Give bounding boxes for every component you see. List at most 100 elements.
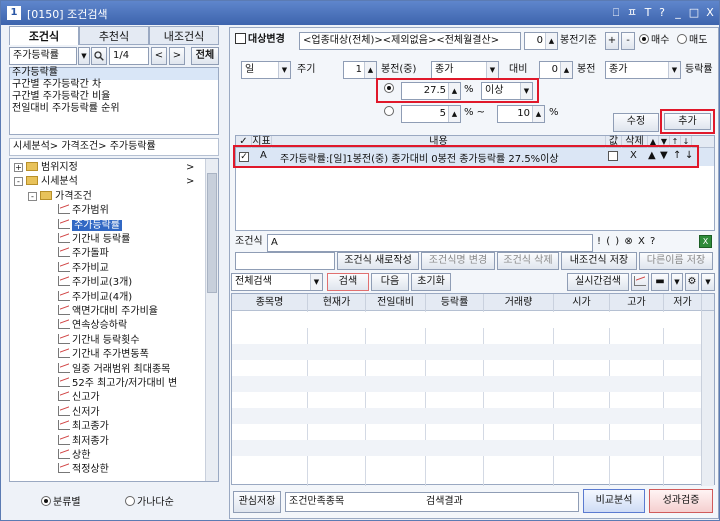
op-help[interactable]: ? [650,236,656,247]
tree-item[interactable]: 주가비교(4개) [58,290,132,305]
sort-by-category-option[interactable]: 분류별 [41,494,81,512]
tree-arrow-icon[interactable]: > [186,174,194,189]
excel-icon[interactable]: X [699,235,712,248]
tree-folder[interactable]: - 시세분석 > [14,174,194,189]
value-option-radio[interactable] [384,81,396,99]
tree-folder[interactable]: + 범위지정 > [14,160,194,175]
next-page-button[interactable]: > [169,47,185,65]
price2-select[interactable]: 종가 ▼ [605,61,681,79]
result-header-col[interactable]: 전일대비 [366,294,426,311]
result-scrollbar[interactable] [701,311,714,486]
plus-button[interactable]: + [605,32,619,50]
minus-button[interactable]: - [621,32,635,50]
search-scope-select[interactable]: 전체검색 ▼ [231,273,323,291]
new-formula-button[interactable]: 조건식 새로작성 [337,252,419,270]
scrollbar-thumb[interactable] [207,173,217,293]
tree-scrollbar[interactable] [205,159,218,481]
tree-item[interactable]: 주가비교(3개) [58,275,132,290]
range-from-input[interactable]: 5 ▲ [401,105,461,123]
tree-item[interactable]: 기간내 주가변동폭 [58,347,149,362]
tree-item[interactable]: 일중 거래범위 최대종목 [58,362,170,377]
collapse-icon[interactable]: - [14,177,23,187]
buy-option[interactable]: 매수 [639,32,669,50]
tree-item[interactable]: 신저가 [58,405,100,420]
performance-verify-button[interactable]: 성과검증 [649,489,713,513]
result-header-col[interactable]: 고가 [610,294,664,311]
op-xor[interactable]: ⊗ [624,236,633,247]
tree-item[interactable]: 52주 최고가/저가대비 변 [58,376,177,391]
bong2-input[interactable]: 0 ▲ [539,61,573,79]
op-not[interactable]: ! [597,236,602,247]
tree-item[interactable]: 주가등락률 [58,218,122,233]
tree-item[interactable]: 주가비교 [58,261,109,276]
tab-my-condition[interactable]: 내조건식 [149,26,219,45]
next-button[interactable]: 다음 [371,273,409,291]
price1-select[interactable]: 종가 ▼ [431,61,499,79]
tree-item[interactable]: 연속상승하락 [58,318,127,333]
delete-formula-button[interactable]: 조건식 삭제 [497,252,559,270]
list-item[interactable]: 전일대비 주가등락률 순위 [12,103,120,118]
sell-option[interactable]: 매도 [677,32,707,50]
save-interest-button[interactable]: 관심저장 [233,491,281,513]
result-header-col[interactable]: 저가 [664,294,702,311]
reset-button[interactable]: 초기화 [411,273,451,291]
chart-icon[interactable] [631,273,649,291]
rename-formula-button[interactable]: 조건식명 변경 [421,252,495,270]
formula-input[interactable]: A [267,234,593,252]
close-icon[interactable]: X [703,5,717,20]
prev-page-button[interactable]: < [151,47,167,65]
range-option-radio[interactable] [384,104,396,122]
pin-icon[interactable]: ㅍ [625,5,639,20]
compare-analysis-button[interactable]: 비교분석 [583,489,645,513]
maximize-icon[interactable]: □ [687,5,701,20]
tree-folder[interactable]: - 가격조건 [28,189,92,204]
search-icon[interactable] [91,47,107,65]
condition-type-select[interactable]: 이상 ▼ [481,82,533,100]
help-icon[interactable]: ? [655,5,669,20]
menu-dropdown-icon[interactable]: ▼ [671,273,683,291]
tree-item[interactable]: 신고가 [58,390,100,405]
rate-value-input[interactable]: 27.5 ▲ [401,82,461,100]
bong1-input[interactable]: 1 ▲ [343,61,377,79]
tree-item[interactable]: 주가범위 [58,203,109,218]
tree-arrow-icon[interactable]: > [186,160,194,175]
expand-icon[interactable]: + [14,163,23,172]
condition-search-input[interactable]: 주가등락률 [9,47,77,65]
collapse-icon[interactable]: - [28,191,37,201]
tree-item[interactable]: 적정상한 [58,462,109,477]
result-header-col[interactable]: 거래량 [484,294,554,311]
formula-name-input[interactable] [235,252,335,270]
search-button[interactable]: 검색 [327,273,369,291]
all-button[interactable]: 전체 [191,47,219,65]
realtime-search-button[interactable]: 실시간검색 [567,273,629,291]
minimize-icon[interactable]: _ [671,5,685,20]
period-select[interactable]: 일 ▼ [241,61,291,79]
tree-item[interactable]: 최저종가 [58,434,109,449]
save-my-condition-button[interactable]: 내조건식 저장 [561,252,637,270]
save-as-button[interactable]: 다른이름 저장 [639,252,713,270]
op-clear[interactable]: X [638,236,646,247]
result-header-col[interactable]: 시가 [554,294,610,311]
result-header-col[interactable]: 등락률 [426,294,484,311]
grid-icon[interactable]: ▬ [651,273,669,291]
tab-condition[interactable]: 조건식 [9,26,79,45]
export-icon[interactable]: ▼ [701,273,715,291]
result-header-col[interactable]: 종목명 [232,294,308,311]
gear-icon[interactable]: ⚙ [685,273,699,291]
tree-item[interactable]: 액면가대비 주가비율 [58,304,158,319]
tree-item[interactable]: 주가돌파 [58,246,109,261]
font-icon[interactable]: T [641,5,655,20]
sort-alphabetical-option[interactable]: 가나다순 [125,494,174,512]
tree-item[interactable]: 기간내 등락횟수 [58,333,140,348]
op-open[interactable]: ( [606,236,611,247]
tree-item[interactable]: 최고종가 [58,419,109,434]
search-dropdown-button[interactable]: ▼ [78,47,90,65]
tree-item[interactable]: 상한 [58,448,90,463]
target-change-button[interactable]: 대상변경 [235,31,285,49]
tab-recommended[interactable]: 추천식 [79,26,149,45]
result-header-col[interactable]: 현재가 [308,294,366,311]
link-icon[interactable]: ⎕ [609,5,623,20]
bong-standard-input[interactable]: 0 ▲ [524,32,558,50]
range-to-input[interactable]: 10 ▲ [497,105,545,123]
tree-item[interactable]: 기간내 등락률 [58,232,130,247]
